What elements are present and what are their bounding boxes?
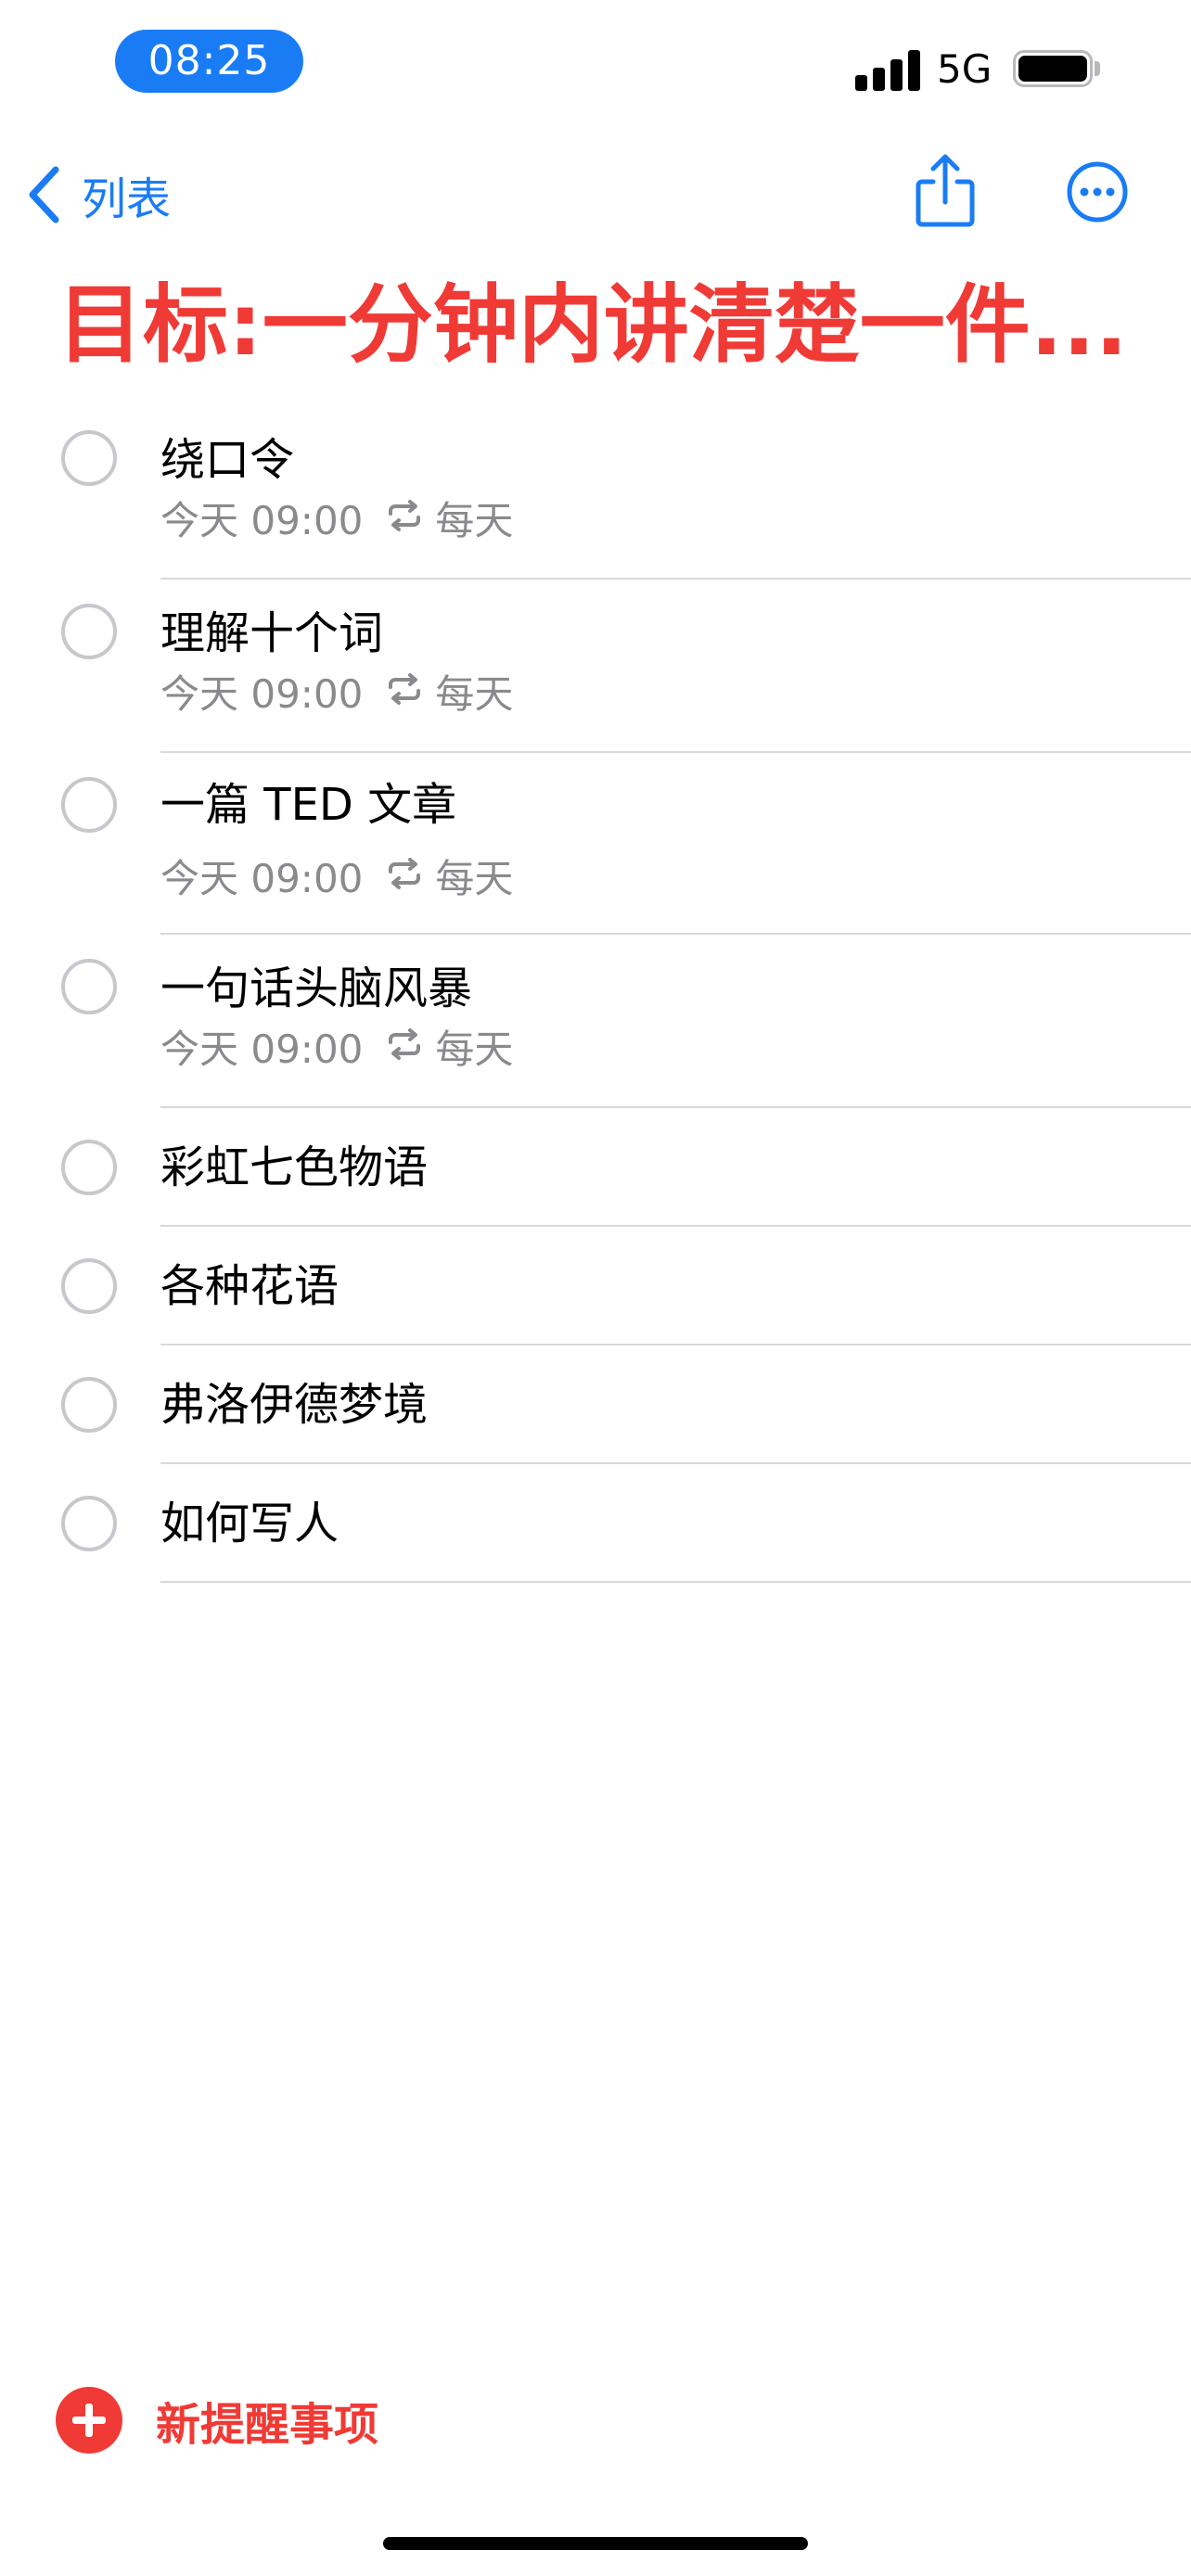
repeat-icon bbox=[387, 669, 422, 714]
list-title: 目标:一分钟内讲清楚一件... bbox=[58, 275, 1128, 375]
status-time[interactable]: 08:25 bbox=[115, 30, 303, 93]
plus-circle-icon bbox=[56, 2387, 122, 2454]
list-item[interactable]: 理解十个词 今天 09:00 每天 bbox=[0, 580, 1191, 753]
complete-checkbox[interactable] bbox=[61, 1140, 117, 1195]
reminder-title: 绕口令 bbox=[160, 434, 295, 486]
list-item[interactable]: 弗洛伊德梦境 bbox=[0, 1345, 1191, 1464]
list-item[interactable]: 绕口令 今天 09:00 每天 bbox=[0, 406, 1191, 580]
share-icon bbox=[916, 154, 975, 227]
reminder-date: 今天 09:00 bbox=[160, 1026, 364, 1072]
status-bar: 08:25 5G bbox=[0, 0, 1191, 139]
reminder-list: 绕口令 今天 09:00 每天 理解十个词 今天 09:00 每天 一篇 TED… bbox=[0, 406, 1191, 1583]
repeat-icon bbox=[387, 853, 422, 899]
ellipsis-circle-icon bbox=[1067, 161, 1128, 223]
complete-checkbox[interactable] bbox=[61, 430, 117, 486]
reminder-repeat: 每天 bbox=[435, 1026, 514, 1072]
reminder-date: 今天 09:00 bbox=[160, 670, 364, 717]
list-item[interactable]: 一篇 TED 文章 今天 09:00 每天 bbox=[0, 753, 1191, 935]
reminder-meta: 今天 09:00 每天 bbox=[160, 665, 513, 717]
back-button-label: 列表 bbox=[82, 173, 172, 225]
reminder-title: 一篇 TED 文章 bbox=[160, 779, 457, 831]
reminder-title: 如何写人 bbox=[160, 1498, 339, 1549]
chevron-left-icon bbox=[29, 166, 59, 223]
reminder-repeat: 每天 bbox=[435, 670, 514, 717]
reminder-title: 一句话头脑风暴 bbox=[160, 963, 473, 1014]
new-reminder-label: 新提醒事项 bbox=[156, 2399, 379, 2451]
reminder-meta: 今天 09:00 每天 bbox=[160, 1020, 513, 1072]
back-button[interactable]: 列表 bbox=[28, 158, 171, 232]
list-item[interactable]: 彩虹七色物语 bbox=[0, 1108, 1191, 1227]
new-reminder-button[interactable]: 新提醒事项 bbox=[56, 2385, 378, 2455]
reminder-title: 彩虹七色物语 bbox=[160, 1141, 429, 1193]
complete-checkbox[interactable] bbox=[61, 1377, 117, 1433]
reminder-meta: 今天 09:00 每天 bbox=[160, 849, 513, 901]
complete-checkbox[interactable] bbox=[61, 1258, 117, 1314]
list-item[interactable]: 各种花语 bbox=[0, 1227, 1191, 1345]
reminder-repeat: 每天 bbox=[435, 855, 514, 901]
reminder-title: 各种花语 bbox=[160, 1260, 339, 1312]
reminder-date: 今天 09:00 bbox=[160, 855, 364, 901]
home-indicator[interactable] bbox=[383, 2537, 808, 2550]
reminders-screen: 08:25 5G 列表 目标:一分钟内讲清楚一件... 绕口令 今天 09:00… bbox=[0, 0, 1191, 2576]
reminder-date: 今天 09:00 bbox=[160, 497, 364, 543]
battery-level bbox=[1018, 56, 1087, 82]
reminder-title: 弗洛伊德梦境 bbox=[160, 1379, 429, 1431]
repeat-icon bbox=[387, 495, 422, 541]
battery-icon bbox=[1013, 50, 1093, 87]
cellular-signal-icon bbox=[855, 46, 920, 91]
battery-tip bbox=[1095, 61, 1100, 76]
list-item[interactable]: 一句话头脑风暴 今天 09:00 每天 bbox=[0, 935, 1191, 1108]
complete-checkbox[interactable] bbox=[61, 1496, 117, 1551]
reminder-repeat: 每天 bbox=[435, 497, 514, 543]
reminder-meta: 今天 09:00 每天 bbox=[160, 491, 513, 543]
complete-checkbox[interactable] bbox=[61, 777, 117, 833]
network-type: 5G bbox=[937, 46, 992, 92]
complete-checkbox[interactable] bbox=[61, 604, 117, 659]
complete-checkbox[interactable] bbox=[61, 959, 117, 1014]
more-options-button[interactable] bbox=[1067, 161, 1128, 223]
repeat-icon bbox=[387, 1024, 422, 1069]
share-button[interactable] bbox=[911, 152, 980, 230]
separator bbox=[160, 1581, 1191, 1583]
list-item[interactable]: 如何写人 bbox=[0, 1464, 1191, 1583]
reminder-title: 理解十个词 bbox=[160, 607, 384, 659]
